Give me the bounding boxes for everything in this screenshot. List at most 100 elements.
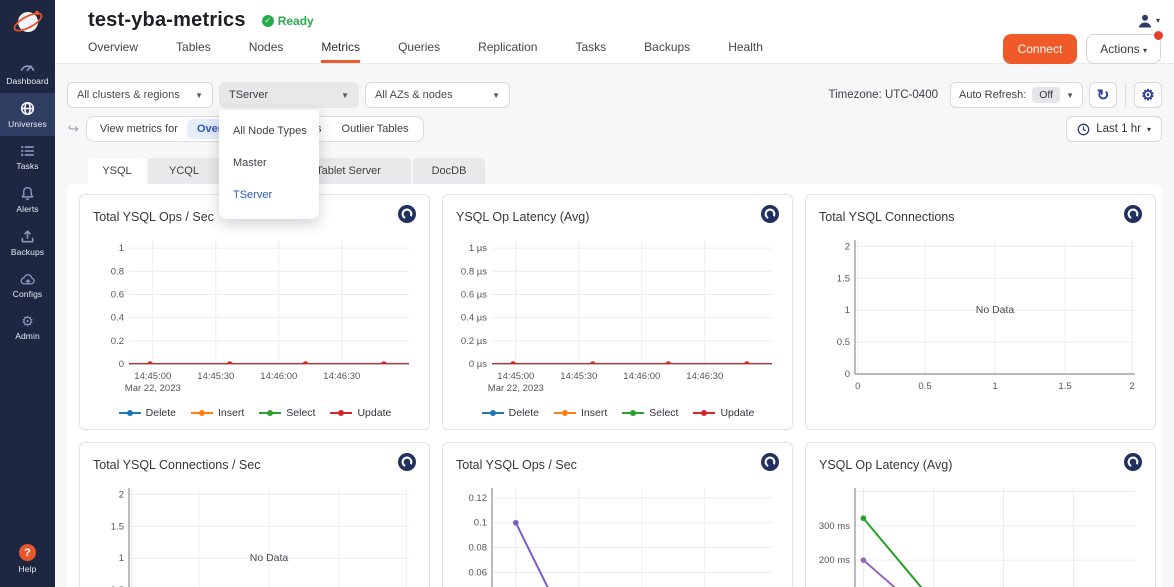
chevron-down-icon: ▼ — [492, 91, 500, 100]
return-arrow-icon: ↪ — [68, 121, 79, 137]
auto-refresh-control[interactable]: Auto Refresh: Off ▼ — [950, 82, 1083, 108]
sidebar-item-configs[interactable]: Configs — [0, 264, 55, 306]
view-metrics-outlier-tables[interactable]: Outlier Tables — [332, 119, 419, 139]
svg-text:300 ms: 300 ms — [819, 521, 850, 532]
help-icon: ? — [19, 544, 36, 561]
legend-marker-icon — [258, 409, 282, 417]
menu-item-tserver[interactable]: TServer — [219, 179, 319, 211]
svg-text:1: 1 — [992, 381, 997, 392]
sidebar-item-label: Configs — [13, 289, 43, 299]
svg-text:14:46:00: 14:46:00 — [623, 371, 660, 382]
actions-button[interactable]: Actions ▾ — [1086, 34, 1161, 64]
svg-text:Mar 22, 2023: Mar 22, 2023 — [125, 383, 181, 394]
svg-text:14:45:30: 14:45:30 — [560, 371, 597, 382]
sidebar-item-label: Dashboard — [6, 76, 48, 86]
sidebar-item-tasks[interactable]: Tasks — [0, 136, 55, 178]
legend-item-insert[interactable]: Insert — [553, 407, 607, 419]
svg-text:200 ms: 200 ms — [819, 555, 850, 566]
chevron-down-icon: ▾ — [1156, 16, 1160, 25]
legend-item-delete[interactable]: Delete — [481, 407, 539, 419]
globe-icon — [20, 101, 35, 116]
svg-text:1 µs: 1 µs — [469, 243, 487, 254]
legend-item-delete[interactable]: Delete — [118, 407, 176, 419]
legend-item-update[interactable]: Update — [692, 407, 754, 419]
node-type-dropdown-menu: All Node Types Master TServer — [219, 110, 319, 219]
metrics-settings-button[interactable]: ⚙ — [1134, 82, 1162, 108]
svg-text:1.5: 1.5 — [111, 521, 124, 532]
metric-tab-ycql[interactable]: YCQL — [148, 158, 220, 184]
tab-health[interactable]: Health — [728, 40, 763, 63]
timezone-label: Timezone: UTC-0400 — [828, 89, 938, 101]
legend-item-update[interactable]: Update — [329, 407, 391, 419]
yugabyte-logo-icon — [761, 453, 779, 476]
menu-item-all-node-types[interactable]: All Node Types — [219, 115, 319, 147]
metric-tab-docdb[interactable]: DocDB — [413, 158, 485, 184]
svg-text:0.4: 0.4 — [111, 313, 124, 324]
sidebar-item-label: Tasks — [16, 161, 38, 171]
node-type-select[interactable]: TServer▼ — [219, 82, 359, 108]
bell-icon — [20, 186, 35, 201]
svg-text:2: 2 — [1130, 381, 1135, 392]
chart-plot-area[interactable]: 10.80.60.40.2014:45:00Mar 22, 202314:45:… — [93, 232, 416, 400]
user-menu[interactable]: ▾ — [1137, 13, 1160, 29]
svg-text:14:45:00: 14:45:00 — [134, 371, 171, 382]
sidebar-item-admin[interactable]: ⚙ Admin — [0, 306, 55, 348]
svg-text:0.08: 0.08 — [469, 543, 488, 554]
time-range-select[interactable]: Last 1 hr ▾ — [1066, 116, 1162, 142]
sidebar-item-backups[interactable]: Backups — [0, 221, 55, 264]
refresh-button[interactable]: ↻ — [1089, 82, 1117, 108]
yugabyte-rocket-logo[interactable] — [10, 0, 46, 50]
legend-item-select[interactable]: Select — [258, 407, 315, 419]
tab-backups[interactable]: Backups — [644, 40, 690, 63]
tab-replication[interactable]: Replication — [478, 40, 537, 63]
sidebar-item-alerts[interactable]: Alerts — [0, 178, 55, 221]
sidebar-item-label: Backups — [11, 247, 44, 257]
chart-plot-area[interactable]: 300 ms 200 ms — [819, 480, 1142, 587]
chevron-down-icon: ▼ — [341, 91, 349, 100]
sidebar-item-help[interactable]: ? Help — [0, 536, 55, 581]
svg-text:0.6: 0.6 — [111, 289, 124, 300]
menu-item-master[interactable]: Master — [219, 147, 319, 179]
chart-plot-area[interactable]: 21.510.50No Data00.511.52 — [93, 480, 416, 587]
svg-text:0.8: 0.8 — [111, 266, 124, 277]
svg-text:0.06: 0.06 — [469, 567, 488, 578]
svg-text:14:46:00: 14:46:00 — [260, 371, 297, 382]
svg-text:0: 0 — [119, 359, 124, 370]
yugabyte-logo-icon — [398, 453, 416, 476]
legend-marker-icon — [481, 409, 505, 417]
tab-tasks[interactable]: Tasks — [575, 40, 606, 63]
yugabyte-logo-icon — [1124, 205, 1142, 228]
chart-plot-area[interactable]: 1 µs0.8 µs0.6 µs0.4 µs0.2 µs0 µs14:45:00… — [456, 232, 779, 400]
sidebar-item-label: Universes — [8, 119, 47, 129]
metric-tab-ysql[interactable]: YSQL — [88, 158, 146, 184]
tab-tables[interactable]: Tables — [176, 40, 211, 63]
svg-text:0.2: 0.2 — [111, 336, 124, 347]
notification-dot — [1154, 31, 1163, 40]
azs-nodes-select[interactable]: All AZs & nodes▼ — [365, 82, 510, 108]
sidebar-item-universes[interactable]: Universes — [0, 93, 55, 136]
tab-metrics[interactable]: Metrics — [321, 40, 360, 63]
auto-refresh-value: Off — [1032, 87, 1060, 103]
svg-text:1.5: 1.5 — [837, 273, 850, 284]
svg-text:1: 1 — [119, 243, 124, 254]
svg-text:0.8 µs: 0.8 µs — [461, 266, 487, 277]
clusters-regions-select[interactable]: All clusters & regions▼ — [67, 82, 213, 108]
svg-text:1.5: 1.5 — [1058, 381, 1071, 392]
sidebar-item-dashboard[interactable]: Dashboard — [0, 50, 55, 93]
legend-item-insert[interactable]: Insert — [190, 407, 244, 419]
tab-nodes[interactable]: Nodes — [249, 40, 284, 63]
svg-text:14:46:30: 14:46:30 — [323, 371, 360, 382]
chart-plot-area[interactable]: 21.510.50No Data00.511.52 — [819, 232, 1142, 400]
connect-button[interactable]: Connect — [1003, 34, 1078, 64]
yugabyte-logo-icon — [1124, 453, 1142, 476]
gear-icon: ⚙ — [1141, 86, 1154, 104]
backup-icon — [20, 229, 35, 244]
tab-queries[interactable]: Queries — [398, 40, 440, 63]
svg-text:0.2 µs: 0.2 µs — [461, 336, 487, 347]
legend-item-select[interactable]: Select — [621, 407, 678, 419]
tab-overview[interactable]: Overview — [88, 40, 138, 63]
svg-text:0 µs: 0 µs — [469, 359, 487, 370]
svg-text:0.5: 0.5 — [918, 381, 931, 392]
gear-icon: ⚙ — [21, 314, 34, 328]
chart-plot-area[interactable]: 0.120.10.080.060.04 — [456, 480, 779, 587]
